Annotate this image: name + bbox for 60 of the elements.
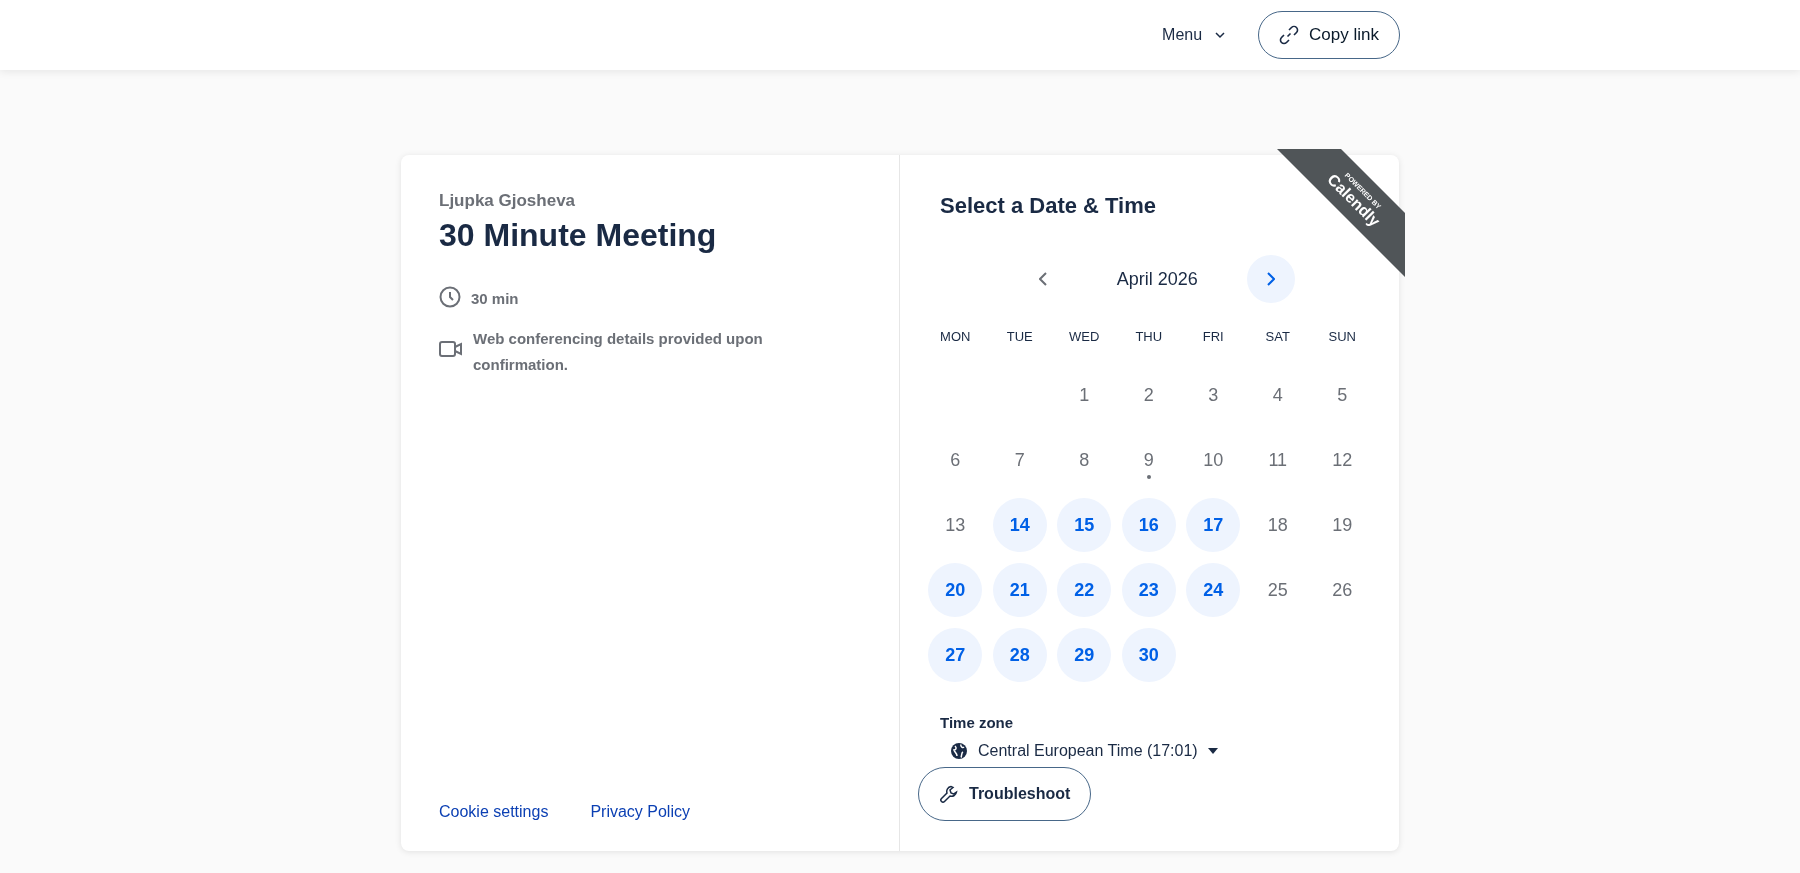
calendar-date: 10 bbox=[1202, 448, 1225, 472]
caret-icon bbox=[1214, 31, 1227, 39]
calendar-day[interactable]: 30 bbox=[1121, 628, 1176, 682]
calendar-date: 2 bbox=[1142, 383, 1155, 407]
clock-icon bbox=[439, 286, 461, 308]
location-text: Web conferencing details provided upon confirmation. bbox=[473, 329, 764, 375]
link-icon bbox=[1279, 25, 1300, 45]
weekday-label: THU bbox=[1134, 329, 1164, 346]
calendar-day[interactable]: 16 bbox=[1121, 498, 1176, 552]
footer-link[interactable]: Cookie settings bbox=[439, 803, 549, 821]
calendar-date: 12 bbox=[1331, 448, 1354, 472]
calendar-date: 3 bbox=[1207, 383, 1220, 407]
calendar-date: 11 bbox=[1267, 448, 1289, 472]
chevron-right-icon bbox=[1267, 272, 1276, 286]
calendar-day[interactable]: 24 bbox=[1186, 563, 1241, 617]
calendar-date: 9 bbox=[1121, 433, 1176, 487]
weekday-label: TUE bbox=[1005, 329, 1034, 346]
calendar-day[interactable]: 22 bbox=[1057, 563, 1112, 617]
calendar-day[interactable]: 27 bbox=[928, 628, 983, 682]
calendar-day[interactable]: 17 bbox=[1186, 498, 1241, 552]
weekday-label: FRI bbox=[1201, 329, 1225, 346]
calendar-day[interactable]: 29 bbox=[1057, 628, 1112, 682]
calendar-date: 13 bbox=[944, 513, 967, 537]
caret-down-icon bbox=[1207, 748, 1218, 754]
weekday-label: WED bbox=[1068, 329, 1101, 346]
weekday-label: SAT bbox=[1264, 329, 1291, 346]
calendar-date: 7 bbox=[1013, 448, 1026, 472]
calendar-day[interactable]: 20 bbox=[928, 563, 983, 617]
calendar-date: 4 bbox=[1271, 383, 1284, 407]
host-name: Ljupka Gjosheva bbox=[439, 191, 577, 211]
next-month-button[interactable] bbox=[1247, 255, 1296, 303]
troubleshoot-button[interactable]: Troubleshoot bbox=[918, 767, 1092, 821]
timezone-dropdown[interactable]: Central European Time (17:01) bbox=[940, 741, 1224, 761]
calendar-day[interactable]: 21 bbox=[992, 563, 1047, 617]
video-camera-icon bbox=[439, 339, 463, 359]
calendar-date: 26 bbox=[1331, 578, 1354, 602]
month-label: April 2026 bbox=[1115, 268, 1199, 290]
footer-link[interactable]: Privacy Policy bbox=[590, 803, 690, 821]
calendar-day[interactable]: 23 bbox=[1121, 563, 1176, 617]
timezone-label: Time zone bbox=[940, 714, 1015, 731]
chevron-left-icon bbox=[1039, 272, 1048, 286]
calendar-date: 19 bbox=[1331, 513, 1354, 537]
calendar-date: 6 bbox=[949, 448, 962, 472]
copy-link-button[interactable]: Copy link bbox=[1258, 11, 1400, 59]
weekday-label: MON bbox=[939, 329, 972, 346]
calendar-date: 18 bbox=[1266, 513, 1289, 537]
calendar-day[interactable]: 15 bbox=[1057, 498, 1112, 552]
event-title: 30 Minute Meeting bbox=[439, 217, 718, 254]
calendar-date: 5 bbox=[1336, 383, 1349, 407]
calendar-date: 8 bbox=[1078, 448, 1091, 472]
duration-text: 30 min bbox=[471, 289, 519, 309]
section-heading: Select a Date & Time bbox=[940, 193, 1157, 219]
weekday-label: SUN bbox=[1327, 329, 1357, 346]
calendar-date: 25 bbox=[1266, 578, 1289, 602]
calendar-day[interactable]: 14 bbox=[992, 498, 1047, 552]
globe-icon bbox=[950, 742, 968, 760]
calendar-day[interactable]: 28 bbox=[992, 628, 1047, 682]
calendar-date: 1 bbox=[1078, 383, 1091, 407]
menu-button[interactable]: Menu bbox=[1158, 22, 1231, 48]
wrench-icon bbox=[939, 784, 959, 804]
